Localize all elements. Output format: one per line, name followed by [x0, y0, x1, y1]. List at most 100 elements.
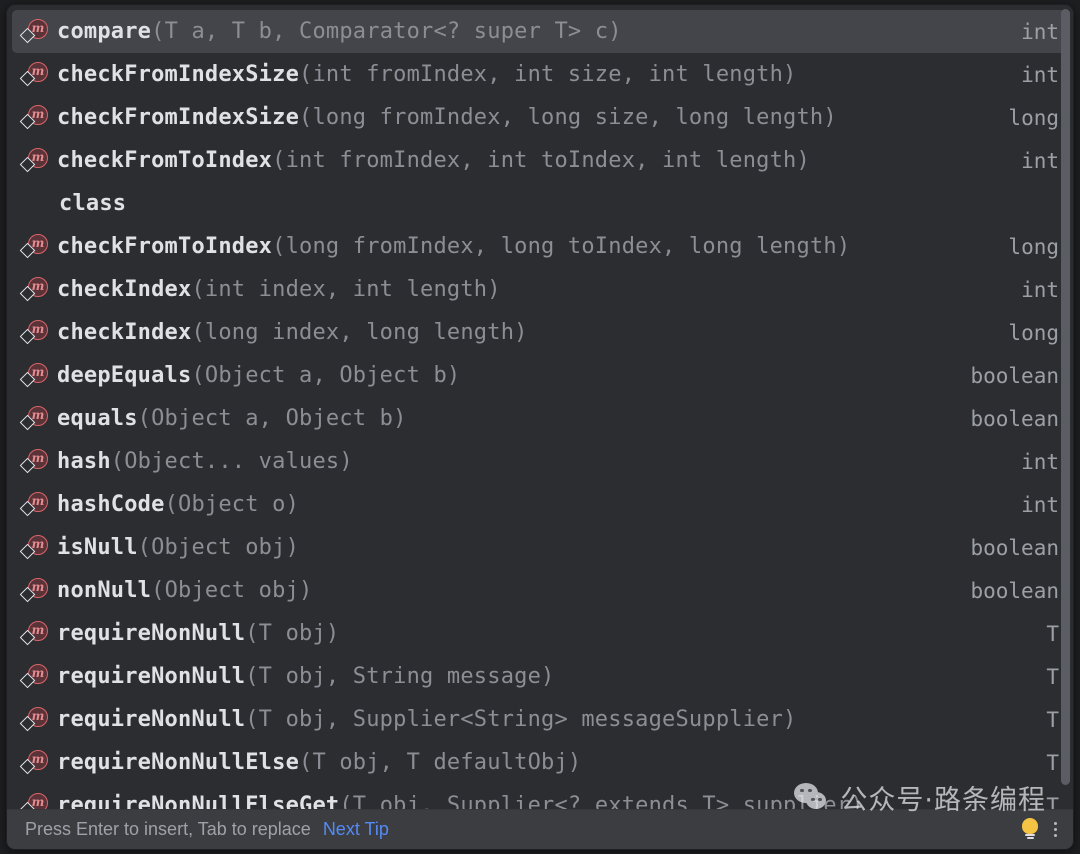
completion-item-return-type: T	[1046, 621, 1059, 646]
completion-item[interactable]: m requireNonNull(T obj) T	[7, 612, 1073, 655]
completion-item-label: requireNonNullElseGet(T obj, Supplier<? …	[57, 793, 1020, 809]
static-method-icon: m	[19, 619, 51, 649]
completion-item-signature: (int index, int length)	[191, 277, 501, 302]
completion-item-signature: (Object a, Object b)	[191, 363, 461, 388]
static-method-icon: m	[19, 275, 51, 305]
completion-item[interactable]: m compare(T a, T b, Comparator<? super T>…	[12, 10, 1068, 53]
completion-item-return-type: int	[1021, 277, 1059, 302]
completion-item-label: deepEquals(Object a, Object b)	[57, 363, 944, 388]
completion-item-return-type: long	[1008, 234, 1059, 259]
completion-item-return-type: long	[1008, 105, 1059, 130]
completion-item-signature: (long index, long length)	[191, 320, 528, 345]
completion-item-signature: (T obj, Supplier<? extends T> supplier)	[339, 793, 864, 809]
static-method-icon: m	[19, 791, 51, 809]
completion-item-label: equals(Object a, Object b)	[57, 406, 944, 431]
completion-item[interactable]: m hashCode(Object o) int	[7, 483, 1073, 526]
completion-item-signature: (Object o)	[164, 492, 300, 517]
completion-item-label: checkFromIndexSize(int fromIndex, int si…	[57, 62, 995, 87]
completion-item-return-type: boolean	[970, 578, 1059, 603]
static-method-icon: m	[19, 533, 51, 563]
completion-item-label: requireNonNullElse(T obj, T defaultObj)	[57, 750, 1020, 775]
completion-item[interactable]: m requireNonNull(T obj, Supplier<String> …	[7, 698, 1073, 741]
completion-item-label: nonNull(Object obj)	[57, 578, 944, 603]
completion-item-signature: (long fromIndex, long toIndex, long leng…	[272, 234, 851, 259]
static-method-icon: m	[19, 361, 51, 391]
vertical-dots-icon[interactable]	[1050, 822, 1061, 837]
completion-item[interactable]: m checkFromIndexSize(int fromIndex, int s…	[7, 53, 1073, 96]
completion-item-signature: (T obj, Supplier<String> messageSupplier…	[245, 707, 797, 732]
completion-item-signature: (Object... values)	[110, 449, 353, 474]
completion-item-return-type: T	[1046, 664, 1059, 689]
static-method-icon: m	[19, 318, 51, 348]
completion-item-name: deepEquals	[57, 363, 192, 388]
completion-item[interactable]: m checkFromToIndex(long fromIndex, long t…	[7, 225, 1073, 268]
completion-item[interactable]: m hash(Object... values) int	[7, 440, 1073, 483]
completion-item-label: requireNonNull(T obj)	[57, 621, 1020, 646]
completion-item[interactable]: class	[7, 182, 1073, 225]
static-method-icon: m	[19, 490, 51, 520]
completion-item-list[interactable]: m compare(T a, T b, Comparator<? super T>…	[7, 5, 1073, 809]
completion-item-name: requireNonNullElse	[57, 750, 300, 775]
static-method-icon: m	[19, 662, 51, 692]
completion-item-name: requireNonNull	[57, 664, 246, 689]
completion-hint-bar: Press Enter to insert, Tab to replace Ne…	[7, 809, 1073, 849]
completion-item-return-type: int	[1021, 62, 1059, 87]
completion-item[interactable]: m requireNonNull(T obj, String message) T	[7, 655, 1073, 698]
static-method-icon: m	[19, 705, 51, 735]
completion-item-name: hash	[57, 449, 111, 474]
completion-item-signature: (T obj, T defaultObj)	[299, 750, 582, 775]
completion-item-name: equals	[57, 406, 138, 431]
completion-item-signature: (long fromIndex, long size, long length)	[299, 105, 837, 130]
completion-item-signature: (int fromIndex, int size, int length)	[299, 62, 797, 87]
code-completion-popup[interactable]: m compare(T a, T b, Comparator<? super T>…	[6, 4, 1074, 850]
list-scrollbar[interactable]	[1060, 9, 1071, 809]
completion-item-name: checkFromToIndex	[57, 148, 273, 173]
completion-item-signature: (T a, T b, Comparator<? super T> c)	[151, 19, 622, 44]
completion-item[interactable]: m checkFromIndexSize(long fromIndex, long…	[7, 96, 1073, 139]
completion-item-label: class	[57, 191, 1033, 216]
completion-item-name: nonNull	[57, 578, 152, 603]
completion-item-return-type: T	[1046, 750, 1059, 775]
completion-item-return-type: int	[1021, 148, 1059, 173]
scrollbar-thumb[interactable]	[1061, 9, 1070, 785]
completion-item[interactable]: m checkIndex(int index, int length) int	[7, 268, 1073, 311]
completion-item-label: hash(Object... values)	[57, 449, 995, 474]
completion-item-label: requireNonNull(T obj, Supplier<String> m…	[57, 707, 1020, 732]
completion-item-label: checkFromToIndex(int fromIndex, int toIn…	[57, 148, 995, 173]
completion-item-name: checkIndex	[57, 320, 192, 345]
completion-item-return-type: boolean	[970, 406, 1059, 431]
completion-item-signature: (Object obj)	[137, 535, 300, 560]
completion-item-name: isNull	[57, 535, 138, 560]
completion-item-return-type: boolean	[970, 535, 1059, 560]
completion-item-label: isNull(Object obj)	[57, 535, 944, 560]
completion-item-signature: (T obj)	[245, 621, 340, 646]
completion-item[interactable]: m equals(Object a, Object b) boolean	[7, 397, 1073, 440]
completion-item[interactable]: m isNull(Object obj) boolean	[7, 526, 1073, 569]
completion-item-return-type: T	[1046, 793, 1059, 810]
completion-item-return-type: boolean	[970, 363, 1059, 388]
completion-item-keyword: class	[59, 191, 127, 216]
completion-item[interactable]: m checkFromToIndex(int fromIndex, int toI…	[7, 139, 1073, 182]
completion-item-name: compare	[57, 19, 152, 44]
static-method-icon: m	[19, 60, 51, 90]
completion-item-name: requireNonNullElseGet	[57, 793, 340, 809]
completion-item[interactable]: m nonNull(Object obj) boolean	[7, 569, 1073, 612]
no-icon	[21, 189, 51, 219]
completion-item[interactable]: m checkIndex(long index, long length) long	[7, 311, 1073, 354]
completion-item[interactable]: m requireNonNullElseGet(T obj, Supplier<?…	[7, 784, 1073, 809]
static-method-icon: m	[19, 447, 51, 477]
completion-item-name: checkFromIndexSize	[57, 62, 300, 87]
next-tip-link[interactable]: Next Tip	[323, 819, 389, 840]
completion-item[interactable]: m requireNonNullElse(T obj, T defaultObj)…	[7, 741, 1073, 784]
static-method-icon: m	[19, 146, 51, 176]
completion-item-return-type: long	[1008, 320, 1059, 345]
lightbulb-icon[interactable]	[1020, 817, 1040, 842]
completion-item-signature: (int fromIndex, int toIndex, int length)	[272, 148, 810, 173]
hint-bar-actions	[1020, 817, 1061, 842]
completion-item-label: checkFromToIndex(long fromIndex, long to…	[57, 234, 982, 259]
static-method-icon: m	[19, 576, 51, 606]
completion-item-label: checkIndex(long index, long length)	[57, 320, 982, 345]
completion-item-label: checkIndex(int index, int length)	[57, 277, 995, 302]
completion-item-signature: (T obj, String message)	[245, 664, 555, 689]
completion-item[interactable]: m deepEquals(Object a, Object b) boolean	[7, 354, 1073, 397]
